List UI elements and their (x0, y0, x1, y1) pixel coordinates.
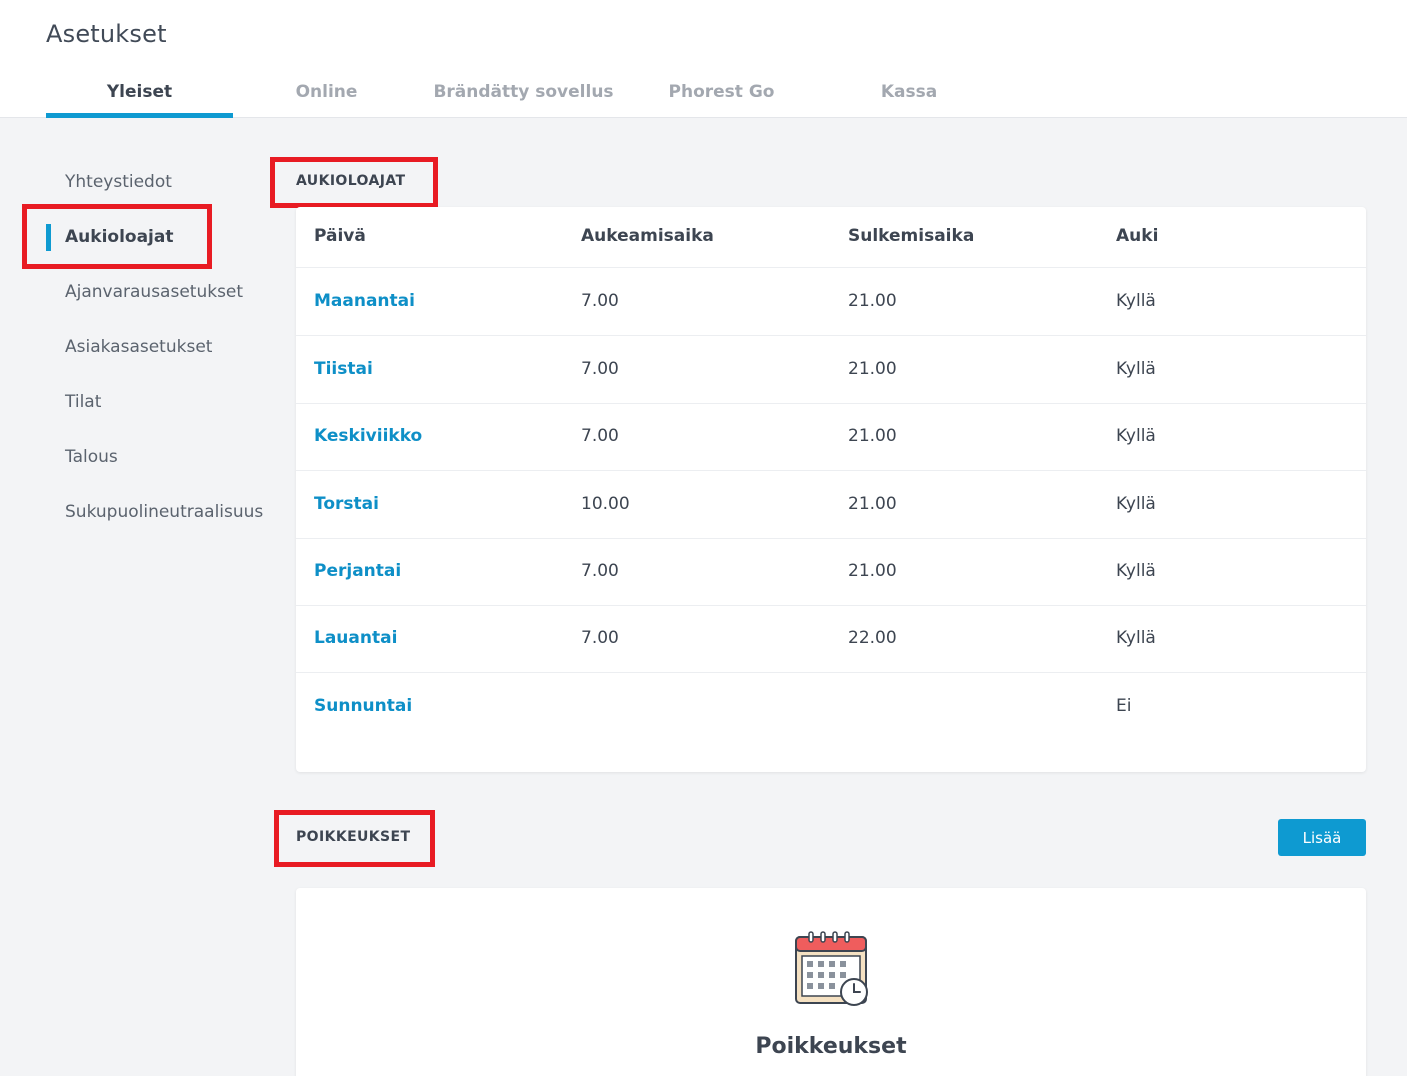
sidebar-item-asiakasasetukset[interactable]: Asiakasasetukset (46, 319, 286, 374)
open-status: Kyllä (1116, 628, 1156, 648)
opening-hours-section-label: AUKIOLOAJAT (296, 173, 406, 189)
open-status: Kyllä (1116, 426, 1156, 446)
closing-time: 21.00 (848, 359, 897, 379)
opening-time: 7.00 (581, 426, 619, 446)
closing-time: 21.00 (848, 426, 897, 446)
table-header-row: Päivä Aukeamisaika Sulkemisaika Auki (296, 207, 1366, 268)
opening-time: 7.00 (581, 628, 619, 648)
tab-yleiset[interactable]: Yleiset (46, 66, 233, 118)
closing-time: 21.00 (848, 291, 897, 311)
exceptions-section-label: POIKKEUKSET (296, 829, 411, 845)
opening-time: 7.00 (581, 359, 619, 379)
table-row[interactable]: Sunnuntai Ei (296, 673, 1366, 741)
add-exception-button[interactable]: Lisää (1278, 819, 1366, 856)
day-link[interactable]: Sunnuntai (314, 673, 412, 739)
opening-time: 7.00 (581, 291, 619, 311)
day-link[interactable]: Lauantai (314, 605, 397, 671)
table-row[interactable]: Tiistai 7.00 21.00 Kyllä (296, 336, 1366, 404)
column-header-opening-time: Aukeamisaika (581, 226, 714, 246)
open-status: Kyllä (1116, 494, 1156, 514)
day-link[interactable]: Perjantai (314, 538, 401, 604)
column-header-day: Päivä (314, 226, 366, 246)
day-link[interactable]: Tiistai (314, 336, 373, 402)
day-link[interactable]: Torstai (314, 471, 379, 537)
table-row[interactable]: Lauantai 7.00 22.00 Kyllä (296, 605, 1366, 673)
table-row[interactable]: Keskiviikko 7.00 21.00 Kyllä (296, 403, 1366, 471)
sidebar-item-sukupuolineutraalisuus[interactable]: Sukupuolineutraalisuus (46, 484, 286, 539)
sidebar-item-talous[interactable]: Talous (46, 429, 286, 484)
page-title: Asetukset (46, 20, 167, 48)
column-header-open: Auki (1116, 226, 1159, 246)
day-link[interactable]: Keskiviikko (314, 403, 422, 469)
day-link[interactable]: Maanantai (314, 268, 415, 334)
sidebar-item-tilat[interactable]: Tilat (46, 374, 286, 429)
opening-time: 7.00 (581, 561, 619, 581)
open-status: Kyllä (1116, 359, 1156, 379)
sidebar-item-yhteystiedot[interactable]: Yhteystiedot (46, 154, 286, 209)
column-header-closing-time: Sulkemisaika (848, 226, 975, 246)
top-bar: Asetukset Yleiset Online Brändätty sovel… (0, 0, 1407, 118)
table-row[interactable]: Perjantai 7.00 21.00 Kyllä (296, 538, 1366, 606)
tab-bar: Yleiset Online Brändätty sovellus Phores… (46, 66, 1002, 118)
table-row[interactable]: Maanantai 7.00 21.00 Kyllä (296, 268, 1366, 336)
open-status: Kyllä (1116, 561, 1156, 581)
opening-hours-table: Päivä Aukeamisaika Sulkemisaika Auki Maa… (296, 207, 1366, 772)
tab-branded-app[interactable]: Brändätty sovellus (420, 66, 627, 118)
tab-kassa[interactable]: Kassa (816, 66, 1002, 118)
closing-time: 21.00 (848, 561, 897, 581)
tab-online[interactable]: Online (233, 66, 420, 118)
closing-time: 21.00 (848, 494, 897, 514)
exceptions-empty-title: Poikkeukset (755, 1034, 907, 1059)
tab-phorest-go[interactable]: Phorest Go (627, 66, 816, 118)
table-row[interactable]: Torstai 10.00 21.00 Kyllä (296, 471, 1366, 539)
open-status: Ei (1116, 696, 1132, 716)
highlight-box-sidebar (22, 204, 212, 269)
closing-time: 22.00 (848, 628, 897, 648)
exceptions-empty-state: Poikkeukset (296, 888, 1366, 1076)
opening-time: 10.00 (581, 494, 630, 514)
open-status: Kyllä (1116, 291, 1156, 311)
calendar-clock-icon (795, 931, 868, 1006)
sidebar-item-ajanvarausasetukset[interactable]: Ajanvarausasetukset (46, 264, 286, 319)
